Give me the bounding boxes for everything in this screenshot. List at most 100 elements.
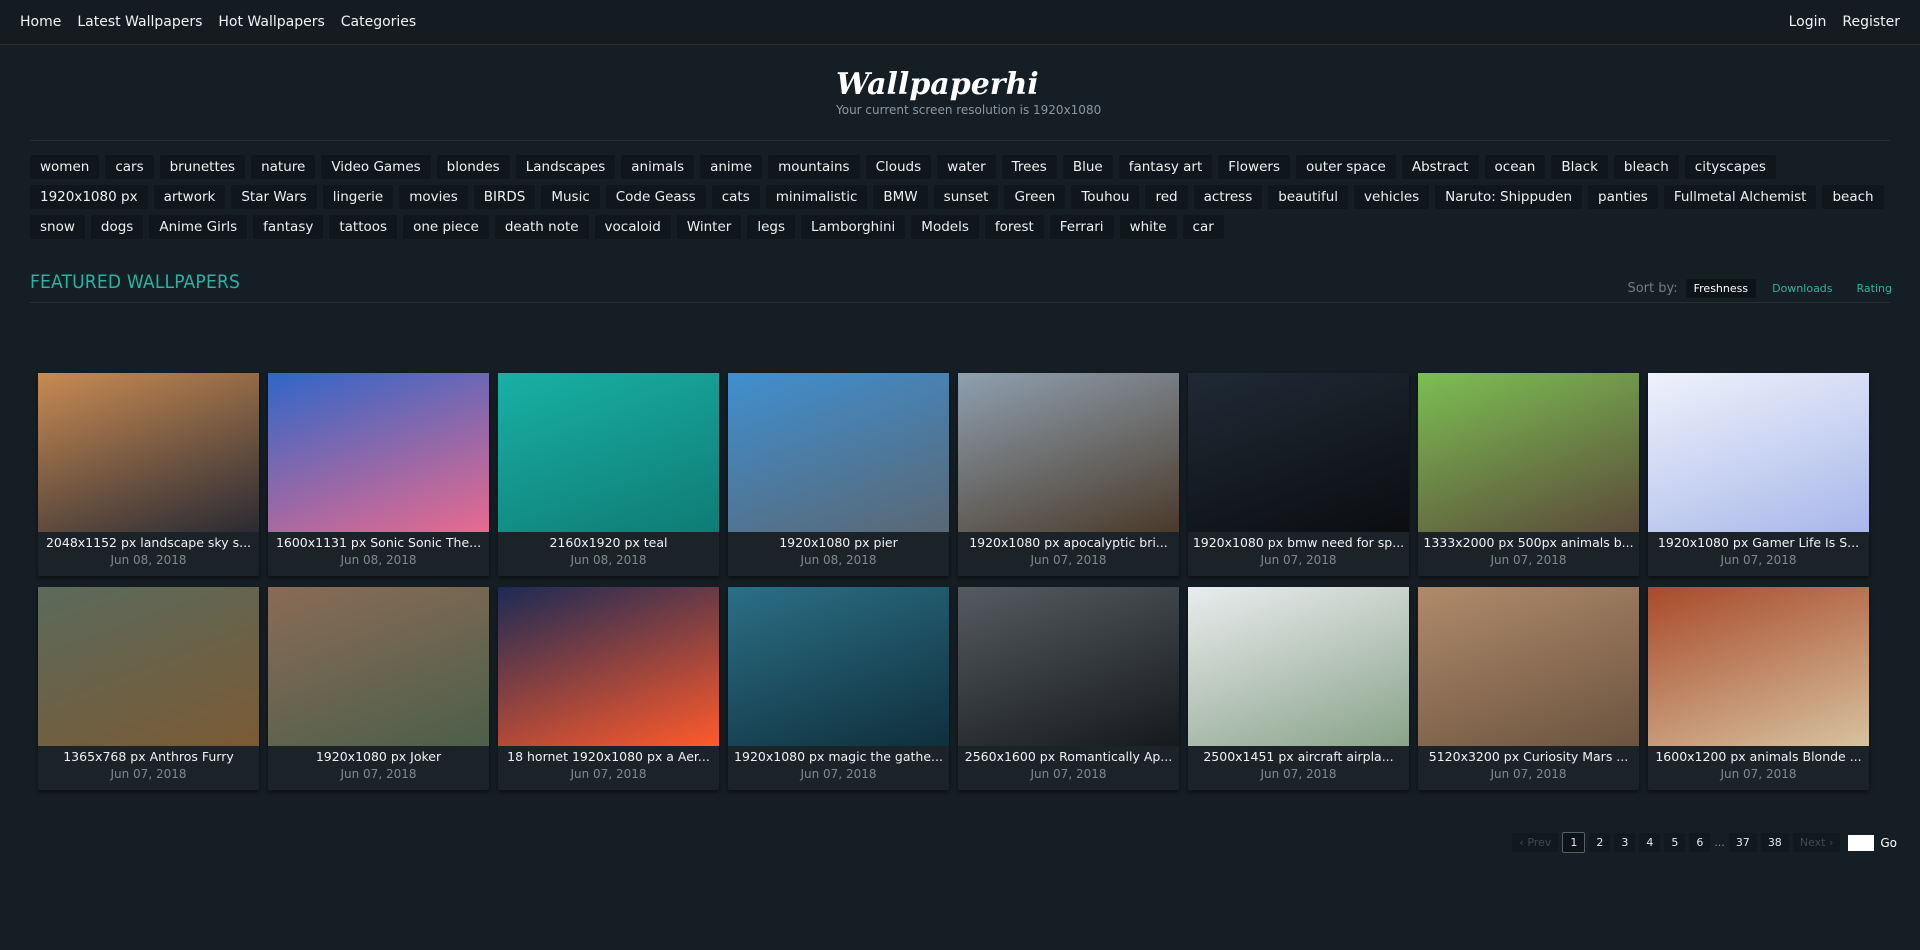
wallpaper-caption[interactable]: 1920x1080 px pier <box>728 535 949 550</box>
wallpaper-thumbnail[interactable] <box>1418 587 1639 746</box>
tag-link[interactable]: BMW <box>873 185 928 209</box>
nav-home-link[interactable]: Home <box>20 14 61 30</box>
nav-categories-link[interactable]: Categories <box>341 14 416 30</box>
tag-link[interactable]: minimalistic <box>765 185 868 209</box>
tag-link[interactable]: Ferrari <box>1049 215 1114 239</box>
tag-link[interactable]: red <box>1145 185 1188 209</box>
wallpaper-caption[interactable]: 1333x2000 px 500px animals b... <box>1418 535 1639 550</box>
wallpaper-card[interactable]: 1920x1080 px Joker Jun 07, 2018 <box>268 587 489 790</box>
tag-link[interactable]: Anime Girls <box>149 215 248 239</box>
wallpaper-card[interactable]: 1920x1080 px apocalyptic bri... Jun 07, 2… <box>958 373 1179 576</box>
tag-link[interactable]: Video Games <box>321 155 431 179</box>
tag-link[interactable]: car <box>1182 215 1224 239</box>
wallpaper-caption[interactable]: 1920x1080 px bmw need for sp... <box>1188 535 1409 550</box>
tag-link[interactable]: Models <box>911 215 979 239</box>
wallpaper-card[interactable]: 1600x1131 px Sonic Sonic The... Jun 08, 2… <box>268 373 489 576</box>
register-link[interactable]: Register <box>1842 14 1900 30</box>
tag-link[interactable]: Naruto: Shippuden <box>1435 185 1583 209</box>
wallpaper-caption[interactable]: 2560x1600 px Romantically Ap... <box>958 749 1179 764</box>
tag-link[interactable]: movies <box>399 185 468 209</box>
wallpaper-thumbnail[interactable] <box>958 373 1179 532</box>
tag-link[interactable]: Black <box>1551 155 1608 179</box>
wallpaper-thumbnail[interactable] <box>498 587 719 746</box>
wallpaper-thumbnail[interactable] <box>728 587 949 746</box>
wallpaper-card[interactable]: 1920x1080 px pier Jun 08, 2018 <box>728 373 949 576</box>
tag-link[interactable]: nature <box>251 155 316 179</box>
page-5-button[interactable]: 5 <box>1664 833 1686 852</box>
wallpaper-thumbnail[interactable] <box>1648 587 1869 746</box>
tag-link[interactable]: cars <box>105 155 154 179</box>
wallpaper-caption[interactable]: 1920x1080 px Gamer Life Is S... <box>1648 535 1869 550</box>
tag-link[interactable]: women <box>30 155 100 179</box>
wallpaper-caption[interactable]: 1600x1131 px Sonic Sonic The... <box>268 535 489 550</box>
tag-link[interactable]: cityscapes <box>1684 155 1776 179</box>
sort-rating-button[interactable]: Rating <box>1849 279 1900 298</box>
wallpaper-card[interactable]: 1920x1080 px Gamer Life Is S... Jun 07, 2… <box>1648 373 1869 576</box>
tag-link[interactable]: vocaloid <box>594 215 671 239</box>
wallpaper-caption[interactable]: 2048x1152 px landscape sky s... <box>38 535 259 550</box>
tag-link[interactable]: Touhou <box>1071 185 1140 209</box>
wallpaper-card[interactable]: 18 hornet 1920x1080 px a Aer... Jun 07, 2… <box>498 587 719 790</box>
page-37-button[interactable]: 37 <box>1728 833 1757 852</box>
wallpaper-thumbnail[interactable] <box>728 373 949 532</box>
tag-link[interactable]: Winter <box>676 215 742 239</box>
wallpaper-caption[interactable]: 1920x1080 px Joker <box>268 749 489 764</box>
tag-link[interactable]: brunettes <box>159 155 246 179</box>
tag-link[interactable]: Flowers <box>1218 155 1290 179</box>
wallpaper-thumbnail[interactable] <box>1648 373 1869 532</box>
wallpaper-card[interactable]: 2048x1152 px landscape sky s... Jun 08, 2… <box>38 373 259 576</box>
wallpaper-thumbnail[interactable] <box>268 373 489 532</box>
tag-link[interactable]: Fullmetal Alchemist <box>1663 185 1817 209</box>
site-logo[interactable]: Wallpaperhi <box>836 60 1096 104</box>
page-6-button[interactable]: 6 <box>1689 833 1711 852</box>
wallpaper-card[interactable]: 1920x1080 px bmw need for sp... Jun 07, 2… <box>1188 373 1409 576</box>
wallpaper-thumbnail[interactable] <box>498 373 719 532</box>
tag-link[interactable]: Blue <box>1062 155 1113 179</box>
wallpaper-thumbnail[interactable] <box>38 587 259 746</box>
tag-link[interactable]: mountains <box>768 155 860 179</box>
wallpaper-card[interactable]: 1920x1080 px magic the gathe... Jun 07, 2… <box>728 587 949 790</box>
wallpaper-thumbnail[interactable] <box>38 373 259 532</box>
tag-link[interactable]: snow <box>30 215 85 239</box>
tag-link[interactable]: legs <box>747 215 796 239</box>
wallpaper-caption[interactable]: 18 hornet 1920x1080 px a Aer... <box>498 749 719 764</box>
tag-link[interactable]: artwork <box>153 185 226 209</box>
page-38-button[interactable]: 38 <box>1760 833 1789 852</box>
tag-link[interactable]: Green <box>1004 185 1066 209</box>
sort-freshness-button[interactable]: Freshness <box>1685 279 1757 298</box>
tag-link[interactable]: white <box>1119 215 1177 239</box>
wallpaper-thumbnail[interactable] <box>958 587 1179 746</box>
wallpaper-card[interactable]: 2160x1920 px teal Jun 08, 2018 <box>498 373 719 576</box>
page-2-button[interactable]: 2 <box>1589 833 1611 852</box>
tag-link[interactable]: 1920x1080 px <box>30 185 148 209</box>
nav-hot-wallpapers-link[interactable]: Hot Wallpapers <box>218 14 324 30</box>
tag-link[interactable]: one piece <box>403 215 489 239</box>
wallpaper-caption[interactable]: 1365x768 px Anthros Furry <box>38 749 259 764</box>
page-number-input[interactable] <box>1848 834 1875 851</box>
wallpaper-caption[interactable]: 2500x1451 px aircraft airpla... <box>1188 749 1409 764</box>
tag-link[interactable]: death note <box>494 215 589 239</box>
tag-link[interactable]: beautiful <box>1268 185 1349 209</box>
wallpaper-caption[interactable]: 1600x1200 px animals Blonde ... <box>1648 749 1869 764</box>
wallpaper-card[interactable]: 2500x1451 px aircraft airpla... Jun 07, 2… <box>1188 587 1409 790</box>
tag-link[interactable]: actress <box>1193 185 1263 209</box>
tag-link[interactable]: blondes <box>436 155 510 179</box>
tag-link[interactable]: fantasy <box>253 215 324 239</box>
tag-link[interactable]: vehicles <box>1354 185 1430 209</box>
tag-link[interactable]: lingerie <box>322 185 394 209</box>
tag-link[interactable]: cats <box>711 185 760 209</box>
page-3-button[interactable]: 3 <box>1614 833 1636 852</box>
wallpaper-card[interactable]: 1600x1200 px animals Blonde ... Jun 07, 2… <box>1648 587 1869 790</box>
nav-latest-wallpapers-link[interactable]: Latest Wallpapers <box>77 14 202 30</box>
go-button[interactable]: Go <box>1880 836 1897 850</box>
tag-link[interactable]: panties <box>1588 185 1658 209</box>
tag-link[interactable]: dogs <box>90 215 144 239</box>
wallpaper-thumbnail[interactable] <box>1188 587 1409 746</box>
tag-link[interactable]: tattoos <box>329 215 398 239</box>
tag-link[interactable]: animals <box>621 155 695 179</box>
tag-link[interactable]: beach <box>1822 185 1884 209</box>
tag-link[interactable]: BIRDS <box>473 185 536 209</box>
tag-link[interactable]: Star Wars <box>231 185 317 209</box>
wallpaper-caption[interactable]: 5120x3200 px Curiosity Mars ... <box>1418 749 1639 764</box>
page-1-button[interactable]: 1 <box>1562 832 1586 853</box>
